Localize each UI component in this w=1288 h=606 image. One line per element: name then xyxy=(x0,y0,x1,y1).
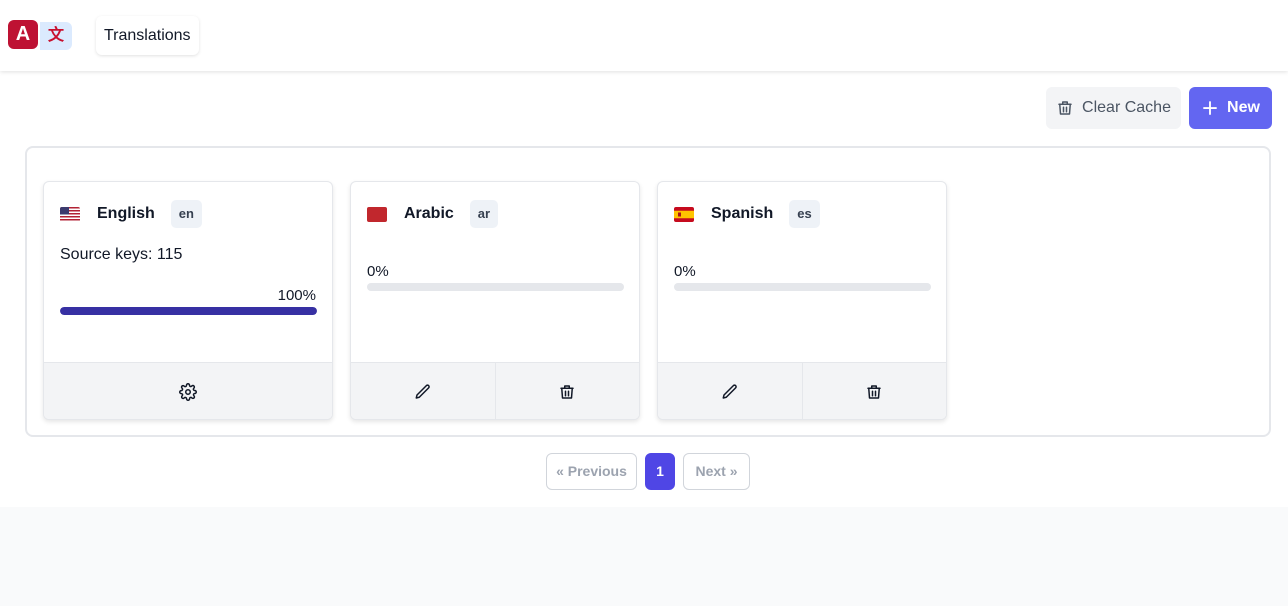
language-code-badge: en xyxy=(170,200,202,228)
trash-icon xyxy=(560,385,574,399)
us-flag-icon xyxy=(60,206,80,222)
next-page-button[interactable]: Next » xyxy=(683,453,750,490)
progress-percent: 0% xyxy=(367,263,389,280)
clear-cache-button[interactable]: Clear Cache xyxy=(1046,87,1181,129)
new-button[interactable]: New xyxy=(1189,87,1272,129)
progress-bar xyxy=(674,283,931,291)
previous-page-button[interactable]: « Previous xyxy=(546,453,637,490)
language-name: English xyxy=(97,205,155,222)
language-name: Spanish xyxy=(711,205,774,222)
language-card-english: English en Source keys: 115 100% xyxy=(43,181,333,420)
settings-button[interactable] xyxy=(44,363,332,419)
delete-button[interactable] xyxy=(801,363,947,419)
main-content: Clear Cache New English en Source keys: … xyxy=(0,71,1288,507)
edit-button[interactable] xyxy=(351,363,495,419)
progress-bar xyxy=(60,307,317,315)
app-logo[interactable]: A 文 xyxy=(8,20,72,50)
top-bar: A 文 Translations xyxy=(0,0,1288,71)
pencil-icon xyxy=(415,384,430,399)
gear-icon xyxy=(179,383,197,401)
spain-flag-icon xyxy=(674,206,694,222)
progress-percent: 100% xyxy=(277,287,316,304)
languages-panel: English en Source keys: 115 100% Arabic … xyxy=(25,146,1271,437)
clear-cache-label: Clear Cache xyxy=(1082,99,1171,116)
trash-icon xyxy=(1058,101,1072,115)
language-card-spanish: Spanish es 0% xyxy=(657,181,947,420)
language-name: Arabic xyxy=(404,205,454,222)
language-card-arabic: Arabic ar 0% xyxy=(350,181,640,420)
arabic-flag-icon xyxy=(367,206,387,222)
logo-tile-a: A xyxy=(8,20,38,49)
pagination: « Previous 1 Next » xyxy=(546,453,750,490)
progress-percent: 0% xyxy=(674,263,696,280)
current-page-button[interactable]: 1 xyxy=(645,453,675,490)
language-code-badge: ar xyxy=(469,200,499,228)
nav-translations[interactable]: Translations xyxy=(96,16,199,55)
logo-tile-b: 文 xyxy=(40,22,72,50)
new-label: New xyxy=(1227,99,1260,116)
delete-button[interactable] xyxy=(494,363,640,419)
source-keys-count: Source keys: 115 xyxy=(60,246,183,263)
trash-icon xyxy=(867,385,881,399)
edit-button[interactable] xyxy=(658,363,802,419)
progress-bar xyxy=(367,283,624,291)
progress-bar-fill xyxy=(60,307,317,315)
language-code-badge: es xyxy=(789,200,820,228)
plus-icon xyxy=(1203,101,1217,115)
pencil-icon xyxy=(722,384,737,399)
